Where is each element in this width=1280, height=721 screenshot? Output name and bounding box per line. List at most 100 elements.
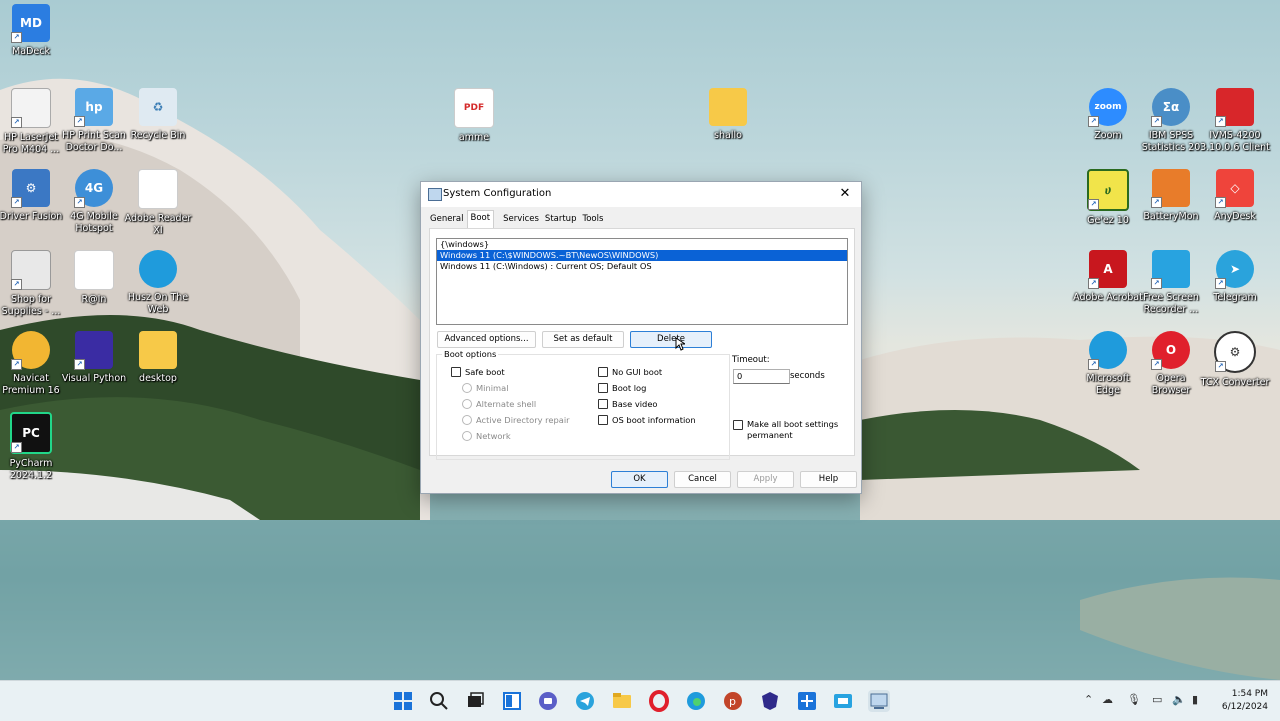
desktop-icon-adobe-reader[interactable]: Adobe Reader XI <box>123 169 193 237</box>
close-icon[interactable]: ✕ <box>835 184 855 204</box>
base-video-label: Base video <box>612 399 658 409</box>
desktop-icon-zoom[interactable]: zoom ↗ Zoom <box>1073 88 1143 142</box>
desktop-icon-recycle-bin[interactable]: ♻ Recycle Bin <box>123 88 193 142</box>
start-icon[interactable] <box>392 690 414 712</box>
dialog-titlebar[interactable]: System Configuration ✕ <box>421 182 861 207</box>
battery-icon[interactable]: ▮ <box>1192 693 1198 706</box>
desktop-icon-navicat[interactable]: ↗ Navicat Premium 16 <box>0 331 66 397</box>
tab-strip: General Boot Services Startup Tools <box>427 210 606 230</box>
app-shield-icon[interactable] <box>759 690 781 712</box>
desktop-icon-adobe-acrobat[interactable]: A ↗ Adobe Acrobat <box>1073 250 1143 304</box>
screen-recorder-icon[interactable] <box>832 690 854 712</box>
tab-boot[interactable]: Boot <box>466 210 495 230</box>
desktop-icon-4g-hotspot[interactable]: 4G ↗ 4G Mobile Hotspot <box>59 169 129 235</box>
opera-icon: O ↗ <box>1151 331 1190 370</box>
tab-services[interactable]: Services <box>500 212 542 228</box>
tab-general[interactable]: General <box>427 212 467 228</box>
printer-icon: ↗ <box>11 88 51 128</box>
edge-icon <box>139 250 177 288</box>
ok-button[interactable]: OK <box>611 471 668 488</box>
desktop-icon-pycharm[interactable]: PC ↗ PyCharm 2024.1.2 <box>0 412 66 482</box>
boot-tab-pane: {\windows} Windows 11 (C:\$WINDOWS.~BT\N… <box>429 228 855 460</box>
desktop-icon-anydesk[interactable]: ◇ ↗ AnyDesk <box>1200 169 1270 223</box>
no-gui-label: No GUI boot <box>612 367 663 377</box>
clock-date: 6/12/2024 <box>1221 702 1268 712</box>
desktop-icon-tcx-converter[interactable]: ⚙ ↗ TCX Converter <box>1200 331 1270 389</box>
desktop-icon-spss[interactable]: Σα ↗ IBM SPSS Statistics 20 <box>1136 88 1206 154</box>
boot-entry[interactable]: Windows 11 (C:\Windows) : Current OS; De… <box>437 261 847 272</box>
tab-tools[interactable]: Tools <box>579 212 606 228</box>
chevron-up-icon[interactable]: ⌃ <box>1084 693 1093 706</box>
pdf-reader-icon[interactable]: p <box>722 690 744 712</box>
help-button[interactable]: Help <box>800 471 857 488</box>
edge-icon[interactable] <box>685 690 707 712</box>
hotspot-icon: 4G ↗ <box>74 169 113 208</box>
speaker-muted-icon[interactable]: 🔈 <box>1172 693 1186 706</box>
desktop-icon-batterymon[interactable]: ↗ BatteryMon <box>1136 169 1206 223</box>
ad-repair-label: Active Directory repair <box>476 415 570 425</box>
boot-options-group: Boot options Safe boot Minimal Alternate… <box>436 349 730 460</box>
radio-dot <box>462 415 472 425</box>
desktop-icon-microsoft-edge[interactable]: ↗ Microsoft Edge <box>1073 331 1143 397</box>
opera-icon[interactable] <box>648 690 670 712</box>
delete-button[interactable]: Delete <box>630 331 712 348</box>
desktop-icon-hp-laserjet[interactable]: ↗ HP LaserJet Pro M404 ... <box>0 88 66 156</box>
boot-log-label: Boot log <box>612 383 647 393</box>
alternate-shell-label: Alternate shell <box>476 399 537 409</box>
apply-button[interactable]: Apply <box>737 471 794 488</box>
desktop-icon-ivms[interactable]: ↗ IVMS-4200 3.10.0.6 Client <box>1200 88 1270 154</box>
navicat-icon: ↗ <box>11 331 50 370</box>
desktop-icon-geez[interactable]: ሀ ↗ Ge'ez 10 <box>1073 169 1143 227</box>
search-icon[interactable] <box>428 690 450 712</box>
no-gui-boot-checkbox[interactable]: No GUI boot <box>598 367 662 377</box>
ivms-icon: ↗ <box>1215 88 1254 127</box>
os-boot-info-checkbox[interactable]: OS boot information <box>598 415 696 425</box>
desktop-icon-shop-supplies[interactable]: ↗ Shop for Supplies - ... <box>0 250 66 318</box>
microphone-icon[interactable]: 🎙 <box>1127 693 1141 706</box>
network-icon[interactable]: ▭ <box>1152 693 1162 706</box>
radio-dot <box>462 399 472 409</box>
desktop-icon-opera[interactable]: O ↗ Opera Browser <box>1136 331 1206 397</box>
desktop-icon-husz-web[interactable]: Husz On The Web <box>123 250 193 316</box>
clock[interactable]: 1:54 PM 6/12/2024 <box>1222 688 1268 714</box>
telegram-icon: ➤ ↗ <box>1215 250 1254 289</box>
desktop-icon-free-screen-recorder[interactable]: ↗ Free Screen Recorder ... <box>1136 250 1206 316</box>
plus-app-icon[interactable] <box>796 690 818 712</box>
set-as-default-button[interactable]: Set as default <box>542 331 624 348</box>
advanced-options-button[interactable]: Advanced options... <box>437 331 536 348</box>
desktop-icon-madeck[interactable]: MD ↗ MaDeck <box>0 4 66 58</box>
desktop-icon-driver-fusion[interactable]: ⚙ ↗ Driver Fusion <box>0 169 66 223</box>
boot-entry-selected[interactable]: Windows 11 (C:\$WINDOWS.~BT\NewOS\WINDOW… <box>437 250 847 261</box>
chat-icon[interactable] <box>537 690 559 712</box>
checkbox-box <box>598 399 608 409</box>
tab-startup[interactable]: Startup <box>542 212 580 228</box>
tcx-converter-icon: ⚙ ↗ <box>1214 331 1256 373</box>
boot-os-list[interactable]: {\windows} Windows 11 (C:\$WINDOWS.~BT\N… <box>436 238 848 325</box>
checkbox-box <box>733 420 743 430</box>
telegram-icon[interactable] <box>574 690 596 712</box>
desktop-icon-desktop-folder[interactable]: desktop <box>123 331 193 385</box>
safe-boot-label: Safe boot <box>465 367 505 377</box>
base-video-checkbox[interactable]: Base video <box>598 399 658 409</box>
file-explorer-icon[interactable] <box>611 690 633 712</box>
desktop-icon-amme[interactable]: PDF amme <box>439 88 509 144</box>
make-permanent-checkbox[interactable]: Make all boot settings permanent <box>733 419 843 441</box>
widgets-icon[interactable] <box>501 690 523 712</box>
system-configuration-icon[interactable] <box>868 690 890 712</box>
task-view-icon[interactable] <box>464 690 486 712</box>
desktop-icon-hp-print-scan-doctor[interactable]: hp ↗ HP Print Scan Doctor Do... <box>59 88 129 154</box>
cloud-icon[interactable]: ☁ <box>1102 693 1113 706</box>
desktop-icon-visual-python[interactable]: ↗ Visual Python <box>59 331 129 385</box>
madeck-icon: MD ↗ <box>11 4 50 43</box>
cancel-button[interactable]: Cancel <box>674 471 731 488</box>
checkbox-box <box>598 383 608 393</box>
desktop-icon-shallo[interactable]: shallo <box>693 88 763 142</box>
timeout-input[interactable]: 0 <box>733 369 790 384</box>
desktop-icon-telegram[interactable]: ➤ ↗ Telegram <box>1200 250 1270 304</box>
desktop-icon-rain[interactable]: R@In <box>59 250 129 306</box>
boot-log-checkbox[interactable]: Boot log <box>598 383 646 393</box>
boot-entry[interactable]: {\windows} <box>437 239 847 250</box>
safe-boot-checkbox[interactable]: Safe boot <box>451 367 505 377</box>
make-permanent-label: Make all boot settings permanent <box>747 419 839 440</box>
radio-dot <box>462 383 472 393</box>
